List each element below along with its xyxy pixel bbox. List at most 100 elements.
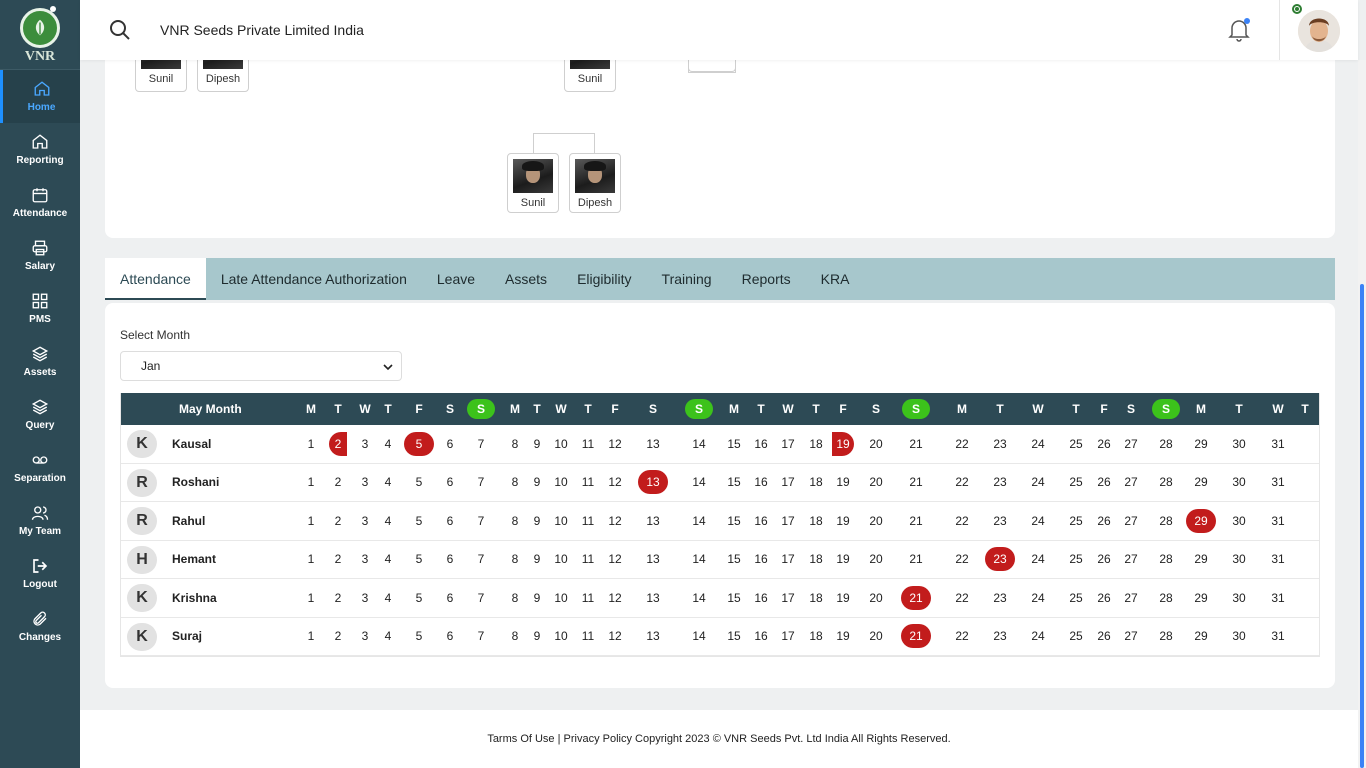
scrollbar-thumb[interactable] bbox=[1360, 284, 1364, 768]
search-icon[interactable] bbox=[108, 18, 132, 42]
day-cell[interactable]: 1 bbox=[296, 618, 326, 656]
day-cell[interactable]: 2 bbox=[323, 502, 353, 540]
day-cell[interactable]: 25 bbox=[1061, 502, 1091, 540]
tab-attendance[interactable]: Attendance bbox=[105, 258, 206, 300]
day-cell[interactable]: 27 bbox=[1116, 464, 1146, 502]
day-cell[interactable]: 21 bbox=[901, 502, 931, 540]
day-cell[interactable]: 10 bbox=[546, 541, 576, 579]
tab-kra[interactable]: KRA bbox=[806, 258, 865, 300]
day-cell[interactable]: 23 bbox=[985, 502, 1015, 540]
day-cell[interactable]: 31 bbox=[1263, 502, 1293, 540]
day-cell[interactable]: 19 bbox=[828, 541, 858, 579]
day-cell[interactable]: 20 bbox=[861, 541, 891, 579]
day-cell[interactable]: 23 bbox=[985, 425, 1015, 463]
day-cell[interactable]: 18 bbox=[801, 541, 831, 579]
day-cell[interactable]: 21 bbox=[901, 579, 931, 617]
sidebar-item-my-team[interactable]: My Team bbox=[0, 494, 80, 547]
day-cell[interactable]: 31 bbox=[1263, 579, 1293, 617]
day-cell[interactable]: 25 bbox=[1061, 541, 1091, 579]
day-cell[interactable]: 18 bbox=[801, 425, 831, 463]
day-cell[interactable]: 22 bbox=[947, 464, 977, 502]
day-cell[interactable]: 16 bbox=[746, 618, 776, 656]
day-cell[interactable]: 5 bbox=[404, 541, 434, 579]
sidebar-item-assets[interactable]: Assets bbox=[0, 335, 80, 388]
day-cell[interactable]: 26 bbox=[1089, 425, 1119, 463]
day-cell[interactable]: 22 bbox=[947, 618, 977, 656]
day-cell[interactable]: 15 bbox=[719, 541, 749, 579]
day-cell[interactable]: 12 bbox=[600, 541, 630, 579]
day-cell[interactable]: 5 bbox=[404, 464, 434, 502]
sidebar-item-salary[interactable]: Salary bbox=[0, 229, 80, 282]
day-cell[interactable]: 25 bbox=[1061, 464, 1091, 502]
sidebar-item-separation[interactable]: Separation bbox=[0, 441, 80, 494]
day-cell[interactable]: 27 bbox=[1116, 618, 1146, 656]
day-cell[interactable]: 17 bbox=[773, 579, 803, 617]
day-cell[interactable]: 17 bbox=[773, 464, 803, 502]
day-cell[interactable]: 4 bbox=[373, 618, 403, 656]
day-cell[interactable]: 18 bbox=[801, 464, 831, 502]
day-cell[interactable]: 2 bbox=[323, 541, 353, 579]
day-cell[interactable]: 11 bbox=[573, 502, 603, 540]
day-cell[interactable]: 18 bbox=[801, 502, 831, 540]
day-cell[interactable]: 1 bbox=[296, 541, 326, 579]
day-cell[interactable]: 26 bbox=[1089, 541, 1119, 579]
day-cell[interactable]: 1 bbox=[296, 579, 326, 617]
day-cell[interactable]: 30 bbox=[1224, 502, 1254, 540]
day-cell[interactable]: 24 bbox=[1023, 618, 1053, 656]
day-cell[interactable]: 10 bbox=[546, 464, 576, 502]
day-cell[interactable]: 17 bbox=[773, 502, 803, 540]
day-cell[interactable]: 30 bbox=[1224, 541, 1254, 579]
notification-bell-icon[interactable] bbox=[1228, 18, 1252, 42]
user-avatar[interactable] bbox=[1298, 10, 1340, 52]
day-cell[interactable]: 12 bbox=[600, 618, 630, 656]
day-cell[interactable]: 11 bbox=[573, 541, 603, 579]
tab-assets[interactable]: Assets bbox=[490, 258, 562, 300]
day-cell[interactable]: 5 bbox=[404, 425, 434, 463]
day-cell[interactable]: 7 bbox=[466, 464, 496, 502]
day-cell[interactable]: 25 bbox=[1061, 579, 1091, 617]
day-cell[interactable]: 1 bbox=[296, 502, 326, 540]
day-cell[interactable]: 29 bbox=[1186, 464, 1216, 502]
sidebar-item-pms[interactable]: PMS bbox=[0, 282, 80, 335]
day-cell[interactable]: 16 bbox=[746, 425, 776, 463]
day-cell[interactable]: 30 bbox=[1224, 464, 1254, 502]
day-cell[interactable]: 1 bbox=[296, 464, 326, 502]
day-cell[interactable]: 27 bbox=[1116, 502, 1146, 540]
day-cell[interactable]: 20 bbox=[861, 425, 891, 463]
day-cell[interactable]: 10 bbox=[546, 425, 576, 463]
sidebar-item-attendance[interactable]: Attendance bbox=[0, 176, 80, 229]
day-cell[interactable]: 14 bbox=[684, 618, 714, 656]
day-cell[interactable]: 26 bbox=[1089, 464, 1119, 502]
day-cell[interactable]: 29 bbox=[1186, 541, 1216, 579]
day-cell[interactable]: 22 bbox=[947, 425, 977, 463]
day-cell[interactable]: 28 bbox=[1151, 618, 1181, 656]
day-cell[interactable]: 26 bbox=[1089, 579, 1119, 617]
day-cell[interactable]: 12 bbox=[600, 425, 630, 463]
day-cell[interactable]: 15 bbox=[719, 425, 749, 463]
tab-reports[interactable]: Reports bbox=[727, 258, 806, 300]
day-cell[interactable]: 29 bbox=[1186, 618, 1216, 656]
day-cell[interactable]: 24 bbox=[1023, 579, 1053, 617]
day-cell[interactable]: 10 bbox=[546, 502, 576, 540]
org-chart-node[interactable]: Dipesh bbox=[569, 153, 621, 213]
day-cell[interactable]: 14 bbox=[684, 464, 714, 502]
day-cell[interactable]: 16 bbox=[746, 502, 776, 540]
day-cell[interactable]: 5 bbox=[404, 618, 434, 656]
day-cell[interactable]: 14 bbox=[684, 541, 714, 579]
day-cell[interactable]: 30 bbox=[1224, 579, 1254, 617]
day-cell[interactable]: 19 bbox=[828, 579, 858, 617]
day-cell[interactable]: 13 bbox=[638, 464, 668, 502]
day-cell[interactable]: 11 bbox=[573, 425, 603, 463]
day-cell[interactable]: 4 bbox=[373, 502, 403, 540]
sidebar-item-logout[interactable]: Logout bbox=[0, 547, 80, 600]
day-cell[interactable]: 5 bbox=[404, 502, 434, 540]
day-cell[interactable]: 15 bbox=[719, 464, 749, 502]
org-chart-node[interactable]: Sunil bbox=[507, 153, 559, 213]
day-cell[interactable]: 7 bbox=[466, 425, 496, 463]
day-cell[interactable]: 24 bbox=[1023, 464, 1053, 502]
day-cell[interactable]: 14 bbox=[684, 502, 714, 540]
tab-leave[interactable]: Leave bbox=[422, 258, 490, 300]
day-cell[interactable]: 20 bbox=[861, 464, 891, 502]
day-cell[interactable]: 18 bbox=[801, 579, 831, 617]
day-cell[interactable]: 14 bbox=[684, 579, 714, 617]
